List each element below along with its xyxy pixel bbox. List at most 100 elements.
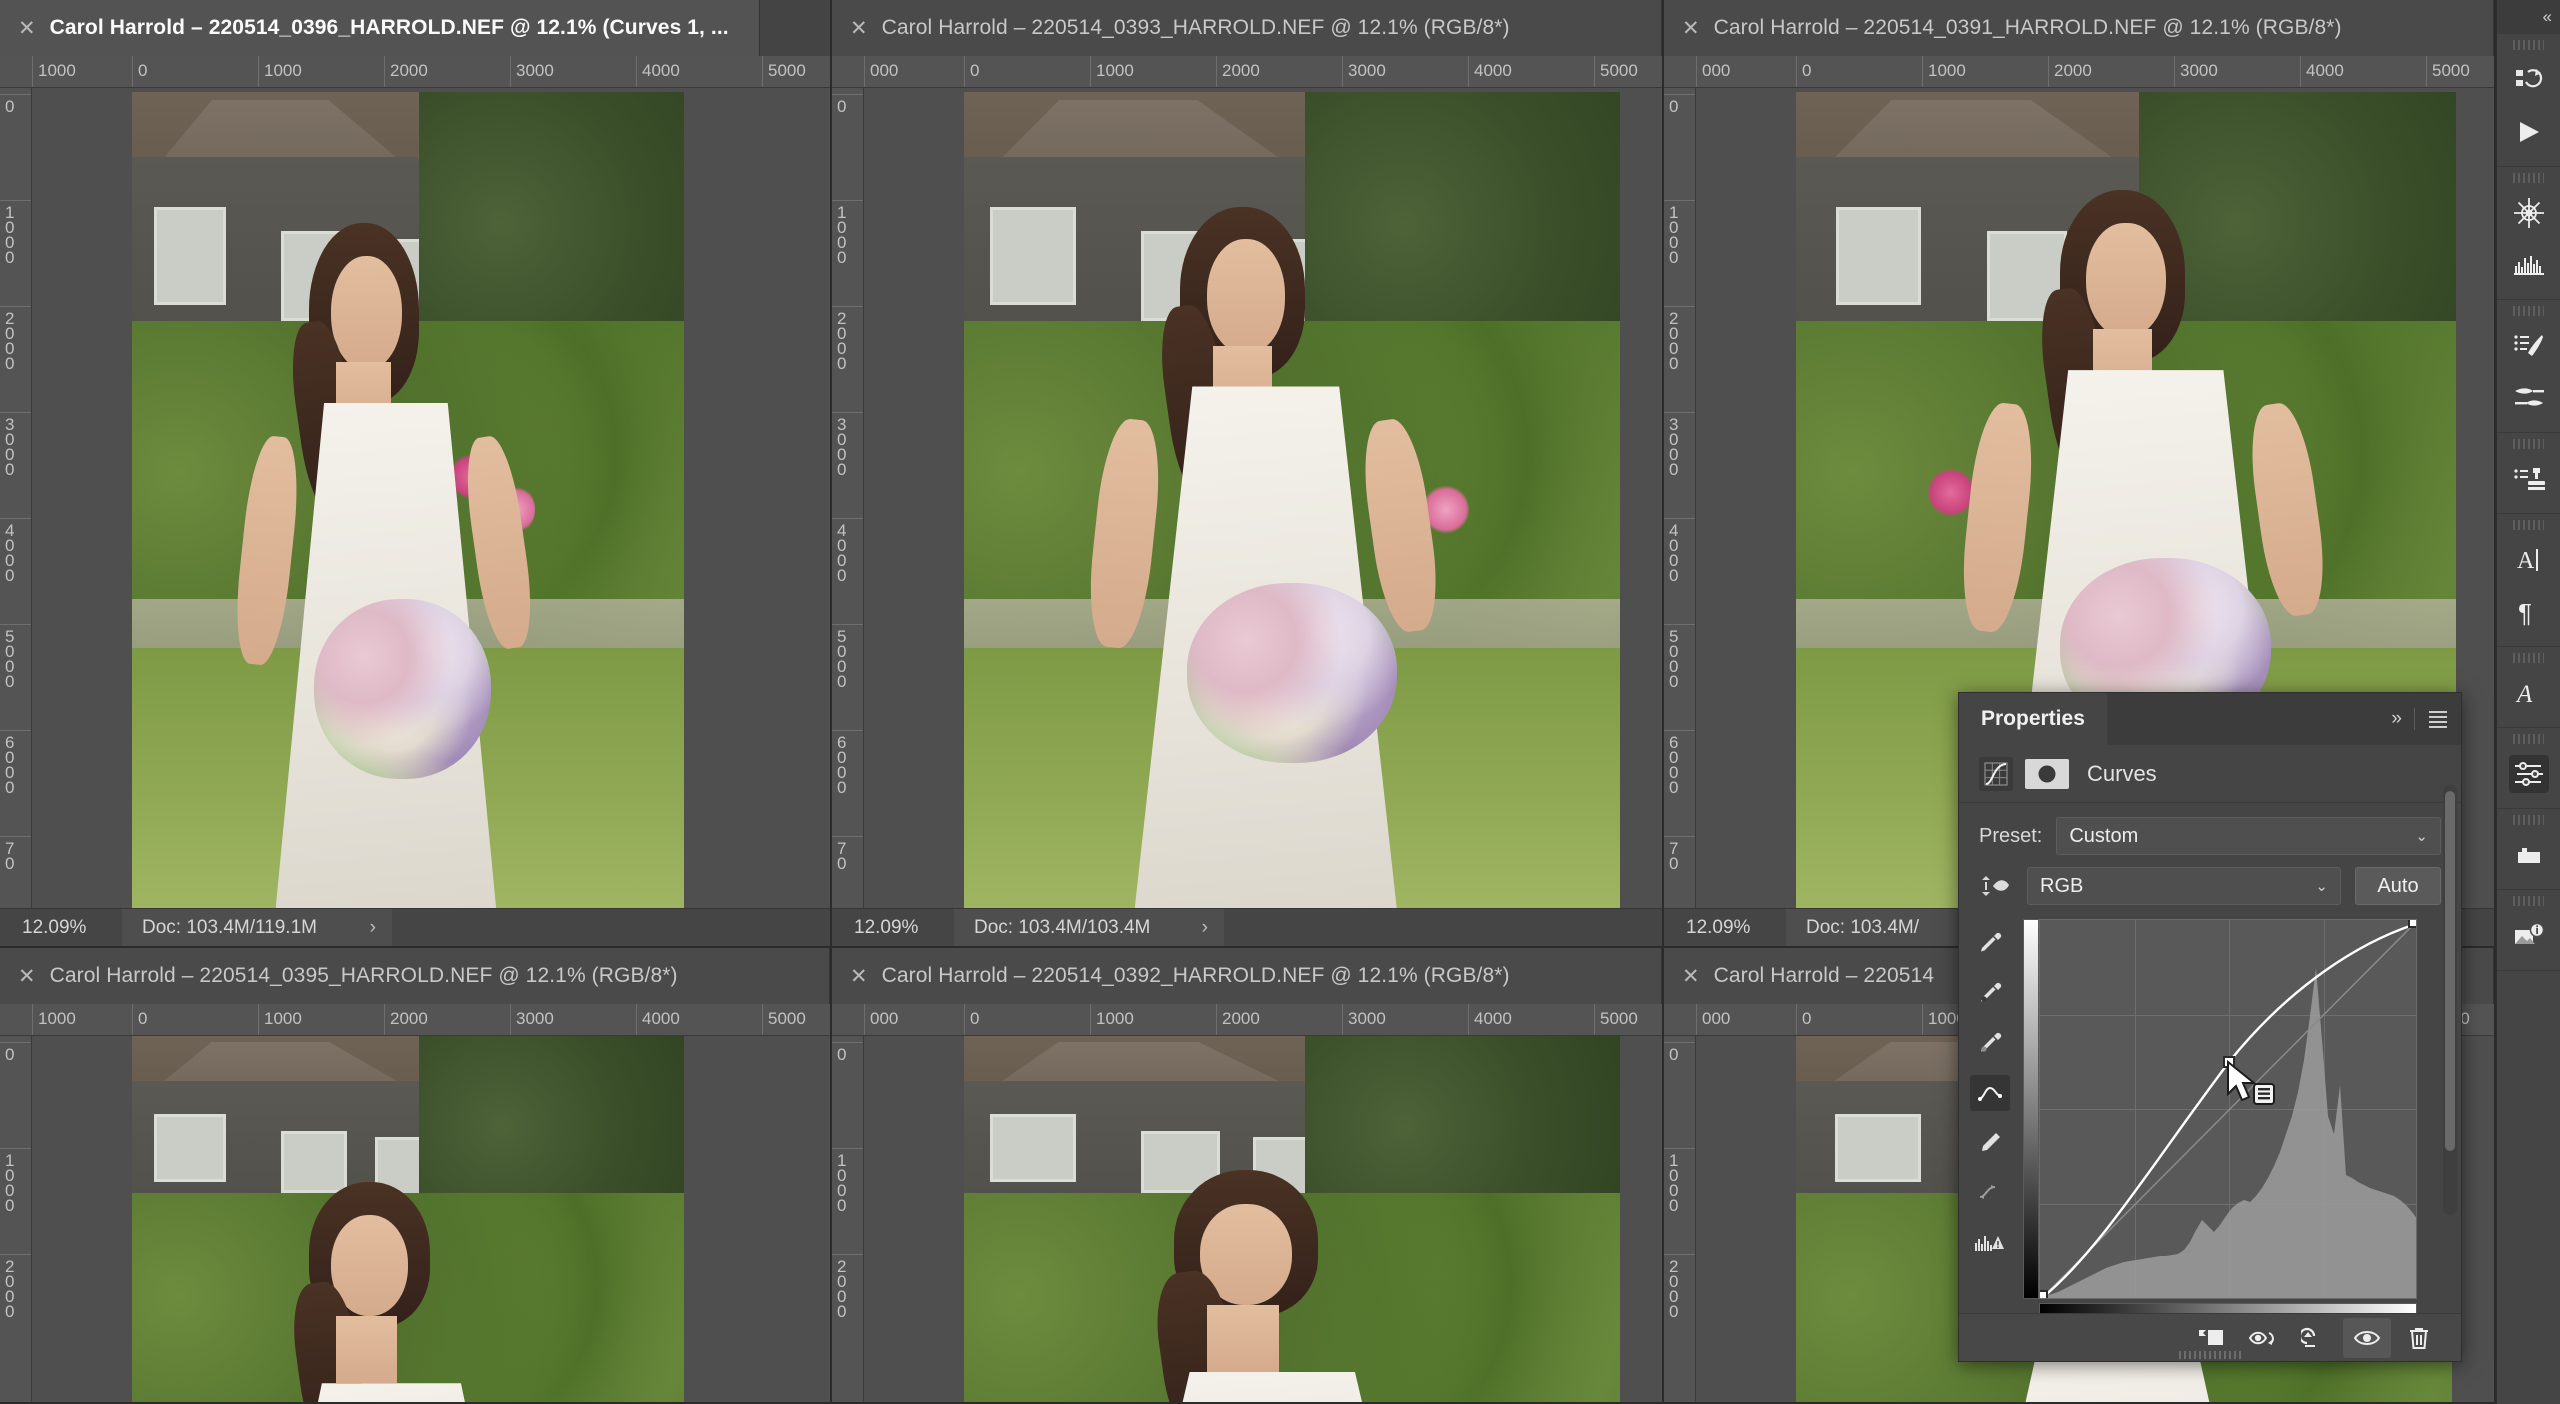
canvas-4[interactable] [32, 1036, 830, 1402]
ruler-tick-label: 1000 [5, 1151, 15, 1215]
tab-properties[interactable]: Properties [1959, 693, 2107, 745]
black-point-eyedropper-icon[interactable] [1970, 975, 2010, 1011]
panel-menu-icon[interactable] [2429, 710, 2447, 728]
ruler-tick-label: 000 [1702, 61, 1731, 80]
layer-mask-thumbnail[interactable] [2025, 758, 2069, 789]
auto-button[interactable]: Auto [2355, 867, 2441, 905]
rail-button-paragraph[interactable]: ¶ [2497, 586, 2560, 638]
doc-size-info[interactable]: Doc: 103.4M/119.1M › [122, 908, 392, 946]
rail-button-histogram[interactable] [2497, 239, 2560, 291]
document-window-5[interactable]: ✕ Carol Harrold – 220514_0392_HARROLD.NE… [832, 948, 1664, 1404]
document-tab-2[interactable]: ✕ Carol Harrold – 220514_0393_HARROLD.NE… [832, 0, 1662, 56]
drag-grip[interactable] [2513, 815, 2544, 825]
curve-graph-wrapper [2021, 917, 2433, 1347]
ruler-tick-label: 0 [837, 97, 847, 116]
drag-grip[interactable] [2513, 439, 2544, 449]
vertical-ruler-5: 0 1000 2000 [832, 1036, 864, 1402]
drag-grip[interactable] [2513, 653, 2544, 663]
histogram-warning-icon[interactable] [1970, 1225, 2010, 1261]
rail-button-navigator[interactable] [2497, 187, 2560, 239]
channel-value: RGB [2040, 874, 2084, 897]
document-tab-label: Carol Harrold – 220514 [1713, 964, 1935, 987]
ruler-tick-label: 000 [870, 61, 899, 80]
rail-button-actions[interactable] [2497, 106, 2560, 158]
ruler-tick-label: 1000 [38, 61, 76, 80]
drag-grip[interactable] [2513, 306, 2544, 316]
rail-button-adjustments[interactable] [2497, 748, 2560, 800]
close-icon[interactable]: ✕ [1682, 17, 1700, 39]
photo-image-4[interactable] [132, 1036, 684, 1402]
photo-image-1[interactable] [132, 92, 684, 908]
white-point-handle[interactable] [2408, 920, 2416, 928]
chevron-right-icon[interactable]: › [1202, 917, 1208, 939]
vertical-ruler-3: 0 1000 2000 3000 4000 5000 6000 70 [1664, 88, 1696, 946]
smooth-curve-tool-icon[interactable] [1970, 1175, 2010, 1211]
on-image-adjust-icon[interactable] [1979, 873, 2013, 899]
expand-panels-icon[interactable]: » [2391, 708, 2401, 730]
rail-button-brushes[interactable] [2497, 372, 2560, 424]
close-icon[interactable]: ✕ [850, 965, 868, 987]
ruler-tick-label: 000 [870, 1009, 899, 1028]
close-icon[interactable]: ✕ [1682, 965, 1700, 987]
document-tabbar-4: ✕ Carol Harrold – 220514_0395_HARROLD.NE… [0, 948, 830, 1004]
ruler-tick-label: 5000 [1669, 627, 1679, 691]
delete-adjustment-layer-icon[interactable] [2395, 1318, 2443, 1358]
canvas-2[interactable] [864, 88, 1662, 908]
rail-collapse-row[interactable]: « [2497, 0, 2560, 34]
doc-size-info[interactable]: Doc: 103.4M/103.4M › [954, 908, 1224, 946]
preset-select[interactable]: Custom ⌄ [2056, 817, 2441, 855]
curve-point-tool-icon[interactable] [1970, 1075, 2010, 1111]
sample-in-image-eyedropper-icon[interactable] [1970, 925, 2010, 961]
rail-button-character[interactable]: A [2497, 534, 2560, 586]
canvas-1[interactable] [32, 88, 830, 908]
document-window-2[interactable]: ✕ Carol Harrold – 220514_0393_HARROLD.NE… [832, 0, 1664, 948]
chevron-down-icon[interactable]: ⌄ [2315, 877, 2328, 895]
chevron-right-icon[interactable]: › [370, 917, 376, 939]
rail-button-clone-source[interactable] [2497, 453, 2560, 505]
rail-button-glyphs[interactable]: A [2497, 667, 2560, 719]
close-icon[interactable]: ✕ [18, 965, 36, 987]
drag-grip[interactable] [2513, 173, 2544, 183]
panel-scrollbar[interactable] [2443, 785, 2457, 1215]
properties-panel[interactable]: Properties » Curves Preset: Custom ⌄ RGB… [1958, 692, 2462, 1362]
view-previous-state-icon[interactable] [2239, 1318, 2287, 1358]
rail-button-brush-settings[interactable] [2497, 320, 2560, 372]
drag-grip[interactable] [2513, 734, 2544, 744]
document-window-1[interactable]: ✕ Carol Harrold – 220514_0396_HARROLD.NE… [0, 0, 832, 948]
pencil-draw-tool-icon[interactable] [1970, 1125, 2010, 1161]
document-tab-4[interactable]: ✕ Carol Harrold – 220514_0395_HARROLD.NE… [0, 948, 830, 1004]
document-tab-label: Carol Harrold – 220514_0396_HARROLD.NEF … [49, 16, 729, 39]
image-info-icon [2509, 917, 2549, 955]
channel-select[interactable]: RGB ⌄ [2027, 867, 2341, 905]
curve-grid[interactable] [2039, 919, 2417, 1299]
rail-button-image-info[interactable] [2497, 910, 2560, 962]
libraries-icon [2509, 836, 2549, 874]
black-point-handle[interactable] [2040, 1290, 2048, 1298]
preset-row: Preset: Custom ⌄ [1959, 817, 2461, 855]
doc-size-text: Doc: 103.4M/119.1M [142, 916, 317, 938]
document-tab-1[interactable]: ✕ Carol Harrold – 220514_0396_HARROLD.NE… [0, 0, 760, 56]
photo-image-5[interactable] [964, 1036, 1620, 1402]
channel-row: RGB ⌄ Auto [1959, 867, 2461, 905]
document-window-4[interactable]: ✕ Carol Harrold – 220514_0395_HARROLD.NE… [0, 948, 832, 1404]
rail-group-glyphs: A [2497, 647, 2560, 728]
zoom-level: 12.09% [854, 916, 919, 938]
gray-point-eyedropper-icon[interactable] [1970, 1025, 2010, 1061]
ruler-tick-label: 6000 [5, 733, 15, 797]
rail-button-libraries[interactable] [2497, 829, 2560, 881]
document-tab-5[interactable]: ✕ Carol Harrold – 220514_0392_HARROLD.NE… [832, 948, 1662, 1004]
close-icon[interactable]: ✕ [18, 17, 36, 39]
drag-grip[interactable] [2513, 40, 2544, 50]
chevron-down-icon[interactable]: ⌄ [2415, 827, 2428, 845]
toggle-layer-visibility-icon[interactable] [2343, 1317, 2391, 1358]
reset-adjustment-icon[interactable] [2291, 1318, 2339, 1358]
photo-image-2[interactable] [964, 92, 1620, 908]
close-icon[interactable]: ✕ [850, 17, 868, 39]
rail-button-history[interactable] [2497, 54, 2560, 106]
document-tab-3[interactable]: ✕ Carol Harrold – 220514_0391_HARROLD.NE… [1664, 0, 2494, 56]
canvas-5[interactable] [864, 1036, 1662, 1402]
drag-grip[interactable] [2513, 896, 2544, 906]
panel-resize-grip[interactable] [2179, 1351, 2241, 1359]
drag-grip[interactable] [2513, 520, 2544, 530]
collapse-panels-icon[interactable]: « [2543, 7, 2553, 27]
